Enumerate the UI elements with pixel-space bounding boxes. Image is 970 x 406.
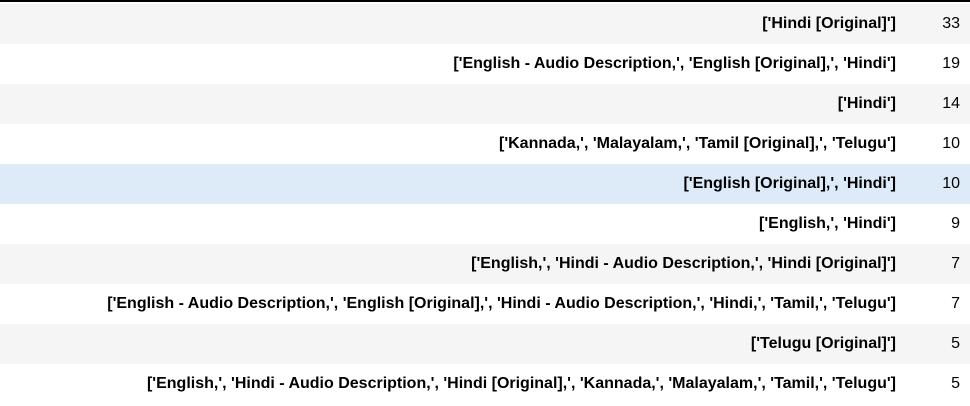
row-count-value: 10 <box>942 175 960 192</box>
row-count-value: 5 <box>951 335 960 352</box>
row-count-value: 9 <box>951 215 960 232</box>
table-row-hovered[interactable]: ['English [Original],', 'Hindi'] 10 <box>0 164 970 204</box>
table-row[interactable]: ['English,', 'Hindi - Audio Description,… <box>0 244 970 284</box>
table-row[interactable]: ['English,', 'Hindi - Audio Description,… <box>0 364 970 404</box>
row-count-value: 7 <box>951 295 960 312</box>
row-index-label: ['Hindi [Original]'] <box>762 15 896 32</box>
row-index-label: ['English,', 'Hindi'] <box>759 215 896 232</box>
row-count-value: 19 <box>942 55 960 72</box>
row-count-value: 33 <box>942 15 960 32</box>
table-row[interactable]: ['Kannada,', 'Malayalam,', 'Tamil [Origi… <box>0 124 970 164</box>
table-row[interactable]: ['Hindi [Original]'] 33 <box>0 4 970 44</box>
row-index-label: ['Hindi'] <box>837 95 896 112</box>
row-index-label: ['Kannada,', 'Malayalam,', 'Tamil [Origi… <box>498 135 896 152</box>
row-index-label: ['English - Audio Description,', 'Englis… <box>453 55 896 72</box>
row-count-value: 10 <box>942 135 960 152</box>
table-body: ['Hindi [Original]'] 33 ['English - Audi… <box>0 2 970 404</box>
row-index-label: ['English,', 'Hindi - Audio Description,… <box>471 255 896 272</box>
row-index-label: ['English,', 'Hindi - Audio Description,… <box>146 375 896 392</box>
row-count-value: 5 <box>951 375 960 392</box>
table-row[interactable]: ['English - Audio Description,', 'Englis… <box>0 284 970 324</box>
table-row[interactable]: ['Telugu [Original]'] 5 <box>0 324 970 364</box>
table-row[interactable]: ['English - Audio Description,', 'Englis… <box>0 44 970 84</box>
value-counts-table: ['Hindi [Original]'] 33 ['English - Audi… <box>0 0 970 406</box>
table-row[interactable]: ['English,', 'Hindi'] 9 <box>0 204 970 244</box>
row-index-label: ['English - Audio Description,', 'Englis… <box>107 295 896 312</box>
row-count-value: 14 <box>942 95 960 112</box>
table-row[interactable]: ['Hindi'] 14 <box>0 84 970 124</box>
row-count-value: 7 <box>951 255 960 272</box>
row-index-label: ['English [Original],', 'Hindi'] <box>683 175 896 192</box>
row-index-label: ['Telugu [Original]'] <box>750 335 896 352</box>
